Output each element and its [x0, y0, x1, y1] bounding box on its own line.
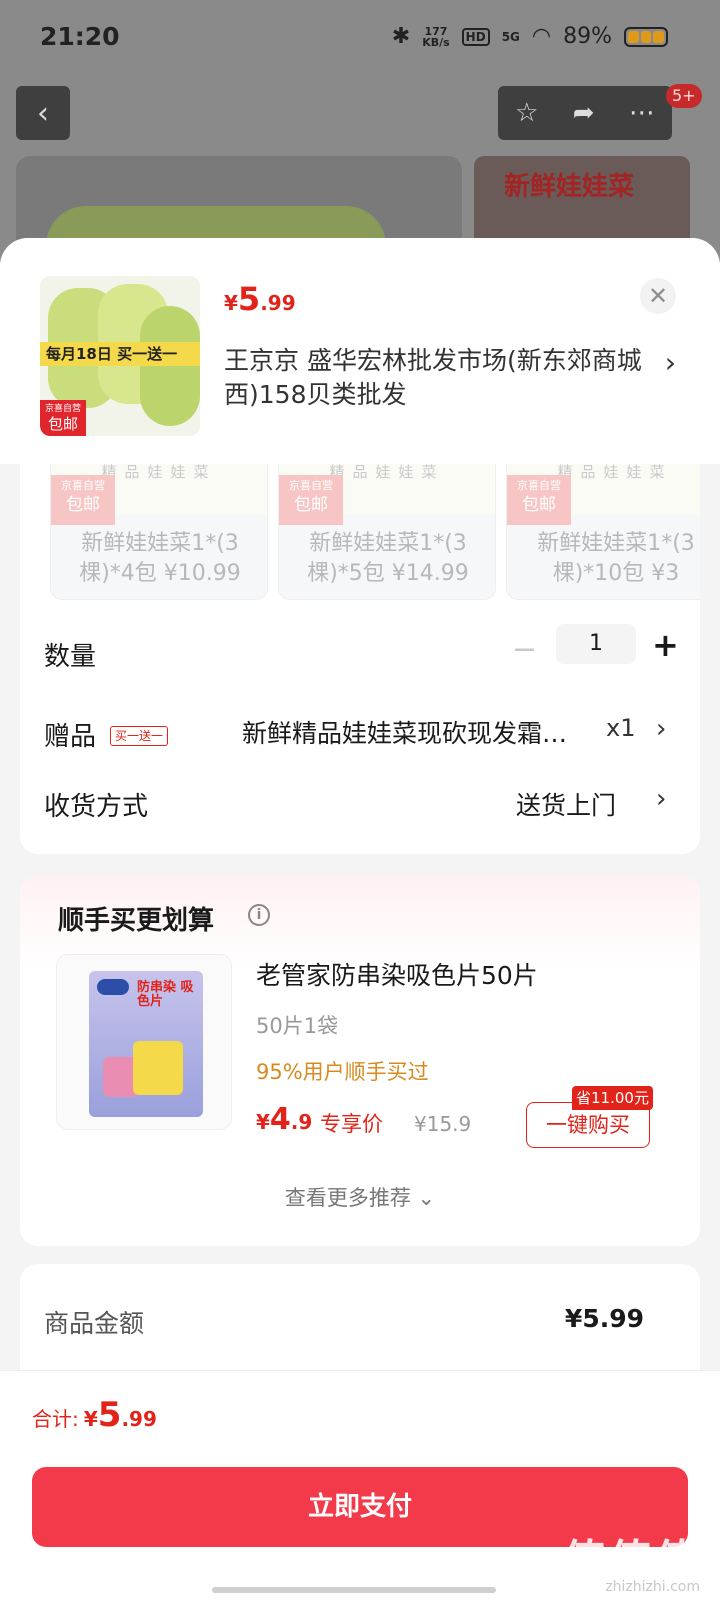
chevron-down-icon: ⌄ [417, 1186, 436, 1210]
jx-tag: 京喜自营 包邮 [40, 400, 86, 436]
star-icon[interactable]: ☆ [515, 98, 538, 128]
checkout-footer: 合计: ¥5.99 立即支付 值值值 zhizhizhi.com [0, 1370, 720, 1600]
quantity-plus-button[interactable]: + [652, 626, 679, 664]
status-icons: ✱ 177 KB/s HD 5G ◠ 89% [392, 24, 668, 49]
variant-name: 新鲜娃娃菜1*(3棵)*10包 ¥3 [537, 531, 695, 586]
recommend-original-price: ¥15.9 [414, 1112, 472, 1136]
recommend-card: 顺手买更划算 i 防串染 吸色片 老管家防串染吸色片50片 50片1袋 95%用… [20, 876, 700, 1246]
home-indicator[interactable] [212, 1587, 496, 1593]
promo-strip: 每月18日 买一送一 [40, 342, 200, 366]
chevron-right-icon[interactable]: › [665, 346, 676, 379]
quantity-minus-button[interactable]: − [512, 632, 537, 667]
variant-tag: 京喜自营 包邮 [51, 475, 115, 525]
chevron-right-icon[interactable]: › [656, 714, 666, 744]
watermark-url: zhizhizhi.com [605, 1579, 700, 1595]
back-icon[interactable]: ‹ [16, 86, 70, 140]
recommend-percent: 95%用户顺手买过 [256, 1060, 429, 1084]
recommend-spec: 50片1袋 [256, 1014, 339, 1038]
quantity-label: 数量 [44, 642, 97, 672]
message-badge: 5+ [666, 84, 702, 108]
sku-sheet: 每月18日 买一送一 京喜自营 包邮 ¥5.99 ✕ 王京京 盛华宏林批发市场(… [0, 238, 720, 1600]
more-recommend-link[interactable]: 查看更多推荐 ⌄ [20, 1182, 700, 1212]
bg-banner-title: 新鲜娃娃菜 [504, 172, 635, 202]
order-options: 数量 − 1 + 赠品 买一送一 新鲜精品娃娃菜现砍现发霜… x1 › 收货方式… [20, 614, 700, 854]
gift-label: 赠品 [44, 722, 97, 752]
signal-icon: 5G [501, 29, 520, 44]
pack-text: 防串染 吸色片 [137, 980, 194, 1009]
more-icon[interactable]: ⋯ [629, 98, 655, 128]
status-time: 21:20 [40, 22, 120, 51]
variant-card[interactable]: 精品娃娃菜 京喜自营 包邮 新鲜娃娃菜1*(3棵)*10包 ¥3 [506, 464, 700, 600]
chevron-right-icon[interactable]: › [656, 784, 666, 814]
save-tag: 省11.00元 [572, 1086, 653, 1110]
bluetooth-icon: ✱ [391, 24, 411, 49]
variant-tag: 京喜自营 包邮 [279, 475, 343, 525]
hd-icon: HD [461, 27, 490, 46]
variant-name: 新鲜娃娃菜1*(3棵)*4包 ¥10.99 [79, 531, 241, 586]
wifi-icon: ◠ [531, 24, 552, 49]
recommend-name[interactable]: 老管家防串染吸色片50片 [256, 956, 538, 992]
recommend-price-label: 专享价 [320, 1112, 383, 1136]
variant-tag: 京喜自营 包邮 [507, 475, 571, 525]
shipping-label: 收货方式 [44, 792, 149, 822]
shipping-value[interactable]: 送货上门 [516, 786, 616, 822]
amount-value: ¥5.99 [564, 1304, 644, 1333]
battery-icon [624, 26, 668, 47]
product-price: ¥5.99 [224, 280, 296, 318]
variant-list: 精品娃娃菜 京喜自营 包邮 新鲜娃娃菜1*(3棵)*4包 ¥10.99 精品娃娃菜… [20, 464, 700, 614]
variant-card[interactable]: 精品娃娃菜 京喜自营 包邮 新鲜娃娃菜1*(3棵)*4包 ¥10.99 [50, 464, 268, 600]
variant-name: 新鲜娃娃菜1*(3棵)*5包 ¥14.99 [307, 531, 469, 586]
recommend-product-image[interactable]: 防串染 吸色片 [56, 954, 232, 1130]
status-bar: 21:20 ✱ 177 KB/s HD 5G ◠ 89% [0, 0, 720, 80]
variant-card[interactable]: 精品娃娃菜 京喜自营 包邮 新鲜娃娃菜1*(3棵)*5包 ¥14.99 [278, 464, 496, 600]
net-speed: 177 KB/s [422, 24, 450, 49]
total-price: 合计: ¥5.99 [32, 1395, 157, 1435]
gift-badge: 买一送一 [110, 726, 169, 746]
battery-percent: 89% [563, 24, 612, 49]
recommend-title: 顺手买更划算 [58, 906, 215, 936]
quantity-input[interactable]: 1 [556, 624, 636, 664]
delivery-address[interactable]: 王京京 盛华宏林批发市场(新东郊商城西)158贝类批发 [224, 344, 654, 412]
recommend-price: ¥4.9 [256, 1102, 313, 1137]
close-icon[interactable]: ✕ [640, 278, 676, 314]
gift-text[interactable]: 新鲜精品娃娃菜现砍现发霜… [242, 714, 632, 750]
share-icon[interactable]: ➦ [573, 98, 595, 128]
product-image[interactable]: 每月18日 买一送一 京喜自营 包邮 [40, 276, 200, 436]
info-icon[interactable]: i [248, 904, 270, 926]
amount-label: 商品金额 [44, 1309, 145, 1338]
gift-quantity: x1 [606, 714, 636, 742]
top-actions: ☆ ➦ ⋯ [498, 86, 672, 140]
sheet-header: 每月18日 买一送一 京喜自营 包邮 ¥5.99 ✕ 王京京 盛华宏林批发市场(… [0, 238, 720, 464]
